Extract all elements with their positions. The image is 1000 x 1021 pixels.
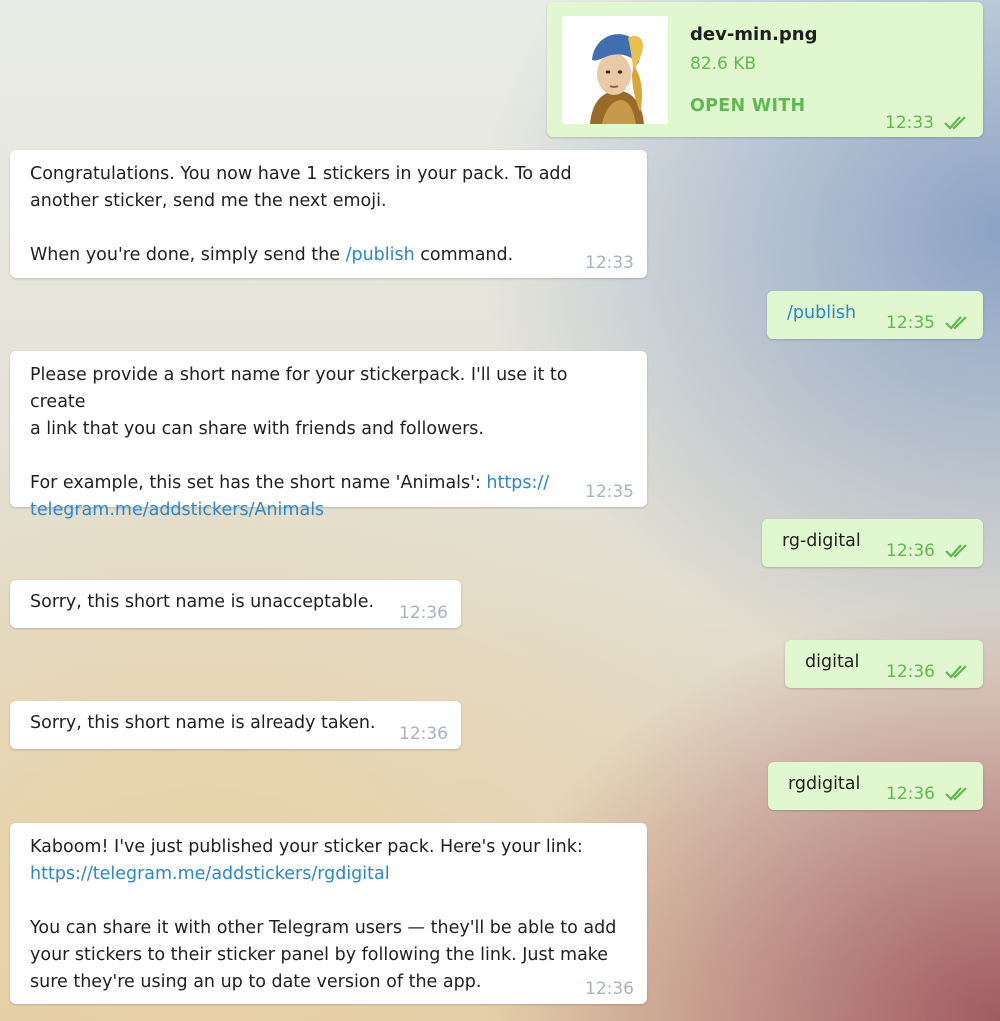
open-with-button[interactable]: OPEN WITH (690, 93, 806, 120)
incoming-message: Congratulations. You now have 1 stickers… (10, 150, 647, 278)
incoming-message: Sorry, this short name is already taken.… (10, 701, 461, 749)
double-check-icon (945, 662, 971, 689)
message-time: 12:33 (885, 113, 934, 133)
message-time: 12:36 (886, 784, 935, 804)
command-link[interactable]: /publish (787, 303, 856, 323)
image-thumbnail[interactable] (562, 16, 668, 124)
message-text-part: Kaboom! I've just published your sticker… (30, 837, 583, 857)
double-check-icon (944, 113, 970, 140)
double-check-icon (945, 784, 971, 811)
incoming-message: Please provide a short name for your sti… (10, 351, 647, 520)
message-time: 12:35 (585, 482, 634, 502)
file-size: 82.6 KB (690, 54, 757, 74)
portrait-thumbnail-icon (562, 16, 668, 124)
message-text: Sorry, this short name is already taken. (30, 713, 376, 733)
outgoing-message: rg-digital 12:36 (762, 519, 983, 567)
incoming-message: Kaboom! I've just published your sticker… (10, 823, 647, 1004)
message-text: Congratulations. You now have 1 stickers… (10, 150, 647, 281)
sticker-link[interactable]: https://telegram.me/addstickers/rgdigita… (30, 864, 390, 884)
file-name[interactable]: dev-min.png (690, 21, 817, 48)
message-text: Please provide a short name for your sti… (10, 351, 647, 536)
outgoing-message: /publish 12:35 (767, 291, 983, 339)
message-text: Kaboom! I've just published your sticker… (10, 823, 647, 1008)
message-time: 12:36 (886, 541, 935, 561)
message-text-part: You can share it with other Telegram use… (30, 918, 617, 992)
message-time: 12:33 (585, 253, 634, 273)
message-text-part: command. (414, 245, 514, 265)
message-text: Sorry, this short name is unacceptable. (30, 592, 375, 612)
message-time: 12:36 (585, 979, 634, 999)
command-link[interactable]: /publish (346, 245, 415, 265)
message-time: 12:36 (399, 724, 448, 744)
incoming-message: Sorry, this short name is unacceptable. … (10, 580, 461, 628)
outgoing-message: digital 12:36 (785, 640, 983, 688)
message-time: 12:36 (886, 662, 935, 682)
message-time: 12:36 (399, 603, 448, 623)
file-message[interactable]: dev-min.png 82.6 KB OPEN WITH 12:33 (547, 2, 983, 137)
double-check-icon (945, 313, 971, 340)
message-time: 12:35 (886, 313, 935, 333)
outgoing-message: rgdigital 12:36 (768, 762, 983, 810)
double-check-icon (945, 541, 971, 568)
